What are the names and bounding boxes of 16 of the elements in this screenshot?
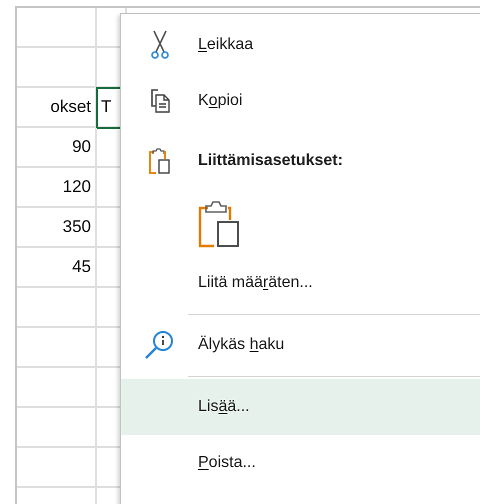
table-cell: 45	[17, 248, 97, 288]
menu-item[interactable]: Poista...	[121, 435, 480, 491]
table-cell: 120	[17, 168, 97, 208]
search-icon	[144, 330, 176, 360]
menu-item[interactable]: Liitä määräten...	[121, 255, 480, 311]
table-cell: okset	[17, 88, 97, 128]
menu-item[interactable]: Älykäs haku	[121, 317, 480, 373]
scissors-icon	[150, 30, 168, 60]
menu-item[interactable]: Lisää...	[121, 379, 480, 435]
clipboard-icon	[198, 200, 240, 248]
clipboard-icon	[148, 148, 170, 174]
menu-item[interactable]: Leikkaa	[121, 17, 480, 73]
table-cell: 350	[17, 208, 97, 248]
menu-section-header: Liittämisasetukset:	[121, 129, 480, 193]
copy-icon	[148, 89, 170, 113]
table-cell: 90	[17, 128, 97, 168]
